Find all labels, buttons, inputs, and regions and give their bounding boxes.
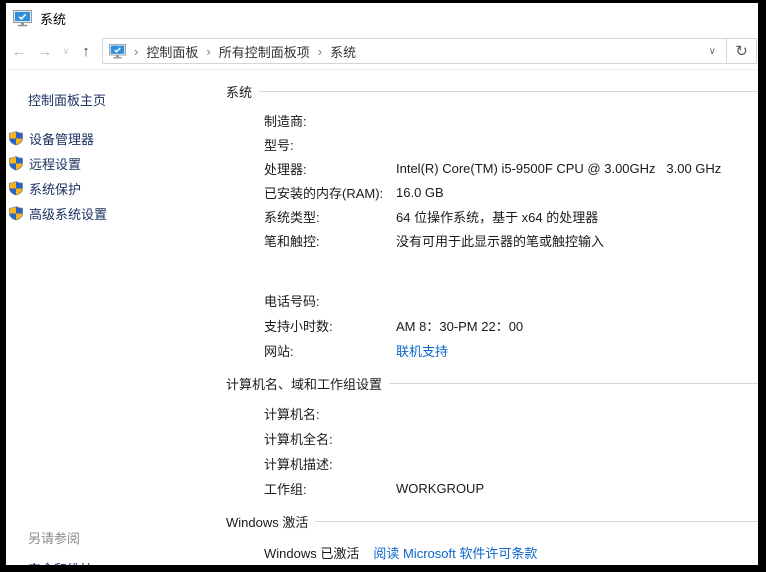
row-computer-description: 计算机描述: bbox=[220, 451, 758, 476]
section-title: 计算机名、域和工作组设置 bbox=[226, 376, 383, 392]
see-also-heading: 另请参阅 bbox=[28, 531, 81, 546]
row-value: WORKGROUP bbox=[396, 481, 485, 496]
row-label: 计算机全名: bbox=[264, 432, 333, 447]
computer-name-rows: 计算机名: 计算机全名: 计算机描述: 工作组: WORKGROUP bbox=[220, 401, 758, 501]
sidebar-item-device-manager[interactable]: 设备管理器 bbox=[6, 126, 220, 151]
uac-shield-icon bbox=[8, 206, 24, 221]
row-label: 制造商: bbox=[264, 113, 307, 129]
window-body: 控制面板主页 设备管理器 远程设置 系统保护 高级系统设置 另请参阅 系统 制造… bbox=[6, 70, 758, 565]
row-manufacturer: 制造商: bbox=[220, 108, 758, 132]
breadcrumb-chevron-icon: › bbox=[134, 43, 139, 59]
row-value: 64 位操作系统，基于 x64 的处理器 bbox=[396, 209, 599, 225]
section-header-computer-name: 计算机名、域和工作组设置 bbox=[220, 375, 758, 392]
window-title: 系统 bbox=[40, 11, 67, 27]
support-rows: 电话号码: 支持小时数: AM 8：30-PM 22：00 网站: 联机支持 bbox=[220, 288, 758, 363]
row-value: AM 8：30-PM 22：00 bbox=[396, 319, 524, 334]
breadcrumb-chevron-icon: › bbox=[317, 43, 323, 59]
online-support-link[interactable]: 联机支持 bbox=[396, 341, 448, 360]
sidebar-item-control-panel-home[interactable]: 控制面板主页 bbox=[28, 90, 220, 109]
sidebar-bottom: 另请参阅 安全和维护 bbox=[28, 528, 93, 565]
refresh-button[interactable]: ↻ bbox=[727, 38, 757, 64]
row-label: 已安装的内存(RAM): bbox=[264, 185, 384, 201]
row-label: 处理器: bbox=[264, 161, 307, 177]
section-title: Windows 激活 bbox=[226, 514, 309, 530]
row-model: 型号: bbox=[220, 132, 758, 156]
row-full-computer-name: 计算机全名: bbox=[220, 426, 758, 451]
row-label: 计算机描述: bbox=[264, 457, 333, 472]
sidebar: 控制面板主页 设备管理器 远程设置 系统保护 高级系统设置 另请参阅 bbox=[6, 70, 220, 565]
screen: 系统 ← → ∨ ↑ › 控制面板 › 所有控制面板项 › 系统 ∨ ↻ 控制面… bbox=[0, 0, 766, 572]
row-workgroup: 工作组: WORKGROUP bbox=[220, 476, 758, 501]
row-label: 电话号码: bbox=[264, 294, 320, 309]
row-label: 型号: bbox=[264, 137, 294, 153]
row-value: 没有可用于此显示器的笔或触控输入 bbox=[396, 233, 605, 249]
section-title: 系统 bbox=[226, 84, 253, 100]
license-terms-link[interactable]: 阅读 Microsoft 软件许可条款 bbox=[373, 543, 537, 562]
activation-row: Windows 已激活 阅读 Microsoft 软件许可条款 bbox=[220, 540, 758, 564]
activation-status: Windows 已激活 bbox=[264, 545, 360, 561]
breadcrumb-control-panel[interactable]: 控制面板 bbox=[146, 42, 198, 61]
uac-shield-icon bbox=[8, 131, 24, 146]
row-label: 笔和触控: bbox=[264, 233, 320, 249]
address-bar[interactable]: › 控制面板 › 所有控制面板项 › 系统 ∨ bbox=[102, 38, 727, 64]
title-bar: 系统 bbox=[6, 3, 758, 33]
row-value: 16.0 GB bbox=[396, 184, 444, 200]
section-rule bbox=[259, 90, 758, 92]
breadcrumb-system[interactable]: 系统 bbox=[330, 42, 356, 61]
sidebar-item-system-protection[interactable]: 系统保护 bbox=[6, 176, 220, 201]
breadcrumb-chevron-icon: › bbox=[206, 43, 211, 59]
system-window: 系统 ← → ∨ ↑ › 控制面板 › 所有控制面板项 › 系统 ∨ ↻ 控制面… bbox=[6, 3, 758, 565]
row-label: 支持小时数: bbox=[264, 319, 333, 334]
main-content: 系统 制造商: 型号: 处理器: Intel(R) Core(TM) i5-95… bbox=[220, 70, 758, 565]
system-monitor-icon bbox=[13, 9, 32, 27]
row-label: 网站: bbox=[264, 344, 294, 359]
row-pen-touch: 笔和触控: 没有可用于此显示器的笔或触控输入 bbox=[220, 228, 758, 252]
row-processor: 处理器: Intel(R) Core(TM) i5-9500F CPU @ 3.… bbox=[220, 156, 758, 180]
recent-locations-chevron-icon[interactable]: ∨ bbox=[58, 46, 74, 57]
navigation-bar: ← → ∨ ↑ › 控制面板 › 所有控制面板项 › 系统 ∨ ↻ bbox=[6, 33, 758, 70]
uac-shield-icon bbox=[8, 156, 24, 171]
address-dropdown-chevron-icon[interactable]: ∨ bbox=[705, 46, 720, 57]
row-phone-number: 电话号码: bbox=[220, 288, 758, 313]
system-monitor-icon-small bbox=[109, 43, 126, 59]
row-support-hours: 支持小时数: AM 8：30-PM 22：00 bbox=[220, 313, 758, 338]
row-label: 计算机名: bbox=[264, 407, 320, 422]
system-rows: 制造商: 型号: 处理器: Intel(R) Core(TM) i5-9500F… bbox=[220, 108, 758, 252]
sidebar-item-label: 设备管理器 bbox=[29, 132, 95, 147]
sidebar-item-label: 远程设置 bbox=[29, 157, 82, 172]
up-button[interactable]: ↑ bbox=[74, 43, 98, 60]
section-header-windows-activation: Windows 激活 bbox=[220, 513, 758, 530]
row-value: Intel(R) Core(TM) i5-9500F CPU @ 3.00GHz… bbox=[396, 160, 722, 176]
sidebar-item-label: 高级系统设置 bbox=[29, 207, 108, 222]
row-label: 工作组: bbox=[264, 482, 307, 497]
row-website: 网站: 联机支持 bbox=[220, 338, 758, 363]
section-rule bbox=[389, 382, 758, 384]
section-header-system: 系统 bbox=[220, 83, 758, 100]
breadcrumb-all-items[interactable]: 所有控制面板项 bbox=[219, 42, 310, 61]
forward-button[interactable]: → bbox=[32, 43, 58, 60]
row-installed-ram: 已安装的内存(RAM): 16.0 GB bbox=[220, 180, 758, 204]
row-label: 系统类型: bbox=[264, 209, 320, 225]
uac-shield-icon bbox=[8, 181, 24, 196]
row-system-type: 系统类型: 64 位操作系统，基于 x64 的处理器 bbox=[220, 204, 758, 228]
sidebar-item-remote-settings[interactable]: 远程设置 bbox=[6, 151, 220, 176]
row-computer-name: 计算机名: bbox=[220, 401, 758, 426]
refresh-icon: ↻ bbox=[735, 43, 748, 60]
sidebar-item-security-and-maintenance[interactable]: 安全和维护 bbox=[28, 559, 93, 565]
sidebar-item-advanced-system-settings[interactable]: 高级系统设置 bbox=[6, 201, 220, 226]
section-rule bbox=[315, 520, 758, 522]
sidebar-item-label: 系统保护 bbox=[29, 182, 82, 197]
back-button[interactable]: ← bbox=[6, 43, 32, 60]
